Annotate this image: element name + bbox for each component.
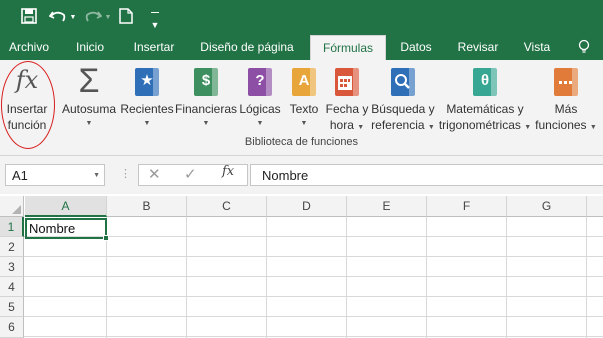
- column-header-f[interactable]: F: [427, 196, 507, 217]
- tab-inicio[interactable]: Inicio: [66, 34, 114, 60]
- row-header-4[interactable]: 4: [0, 277, 24, 297]
- chevron-down-icon: ▼: [143, 120, 151, 127]
- datetime-label-1: Fecha y: [325, 102, 369, 116]
- new-document-icon[interactable]: [118, 6, 134, 29]
- text-book-icon: A: [292, 68, 316, 96]
- recent-functions-button[interactable]: ★ Recientes ▼: [120, 64, 174, 134]
- annotation-circle: [1, 61, 55, 149]
- formula-input[interactable]: Nombre: [250, 164, 603, 186]
- datetime-label-2: hora ▼: [329, 118, 365, 132]
- row-gridline: [24, 336, 603, 337]
- name-box[interactable]: A1 ▼: [5, 164, 105, 186]
- tab-revisar[interactable]: Revisar: [450, 34, 506, 60]
- cancel-icon: ✕: [148, 166, 161, 183]
- row-header-2[interactable]: 2: [0, 237, 24, 257]
- column-gridline: [266, 217, 267, 338]
- recent-book-icon: ★: [135, 68, 159, 96]
- cell-a1-value: Nombre: [29, 221, 76, 236]
- financial-book-icon: $: [194, 68, 218, 96]
- enter-check-icon: ✓: [184, 166, 197, 183]
- ribbon-tabs: Archivo Inicio Insertar Diseño de página…: [0, 34, 603, 60]
- quick-access-toolbar: ▼ ▼ ▼: [0, 0, 603, 34]
- row-gridline: [24, 276, 603, 277]
- undo-icon[interactable]: [48, 6, 68, 29]
- more-functions-button[interactable]: Más funciones ▼: [533, 64, 599, 138]
- tell-me-lightbulb-icon[interactable]: [574, 34, 594, 60]
- logical-functions-button[interactable]: ? Lógicas ▼: [237, 64, 283, 134]
- column-header-b[interactable]: B: [107, 196, 187, 217]
- insert-function-fx-icon[interactable]: fx: [222, 164, 234, 179]
- math-book-icon: θ: [473, 68, 497, 96]
- more-functions-book-icon: [554, 68, 578, 96]
- autosum-button[interactable]: Σ Autosuma ▼: [59, 62, 119, 134]
- resize-handle-icon[interactable]: ⋮: [120, 167, 131, 180]
- column-header-d[interactable]: D: [267, 196, 347, 217]
- recent-label: Recientes: [120, 102, 174, 116]
- lookup-functions-button[interactable]: Búsqueda y referencia ▼: [370, 64, 436, 138]
- lookup-label-2: referencia ▼: [371, 118, 435, 132]
- chevron-down-icon: ▼: [85, 120, 93, 127]
- tab-archivo[interactable]: Archivo: [0, 34, 58, 60]
- row-gridline: [24, 316, 603, 317]
- tab-vista[interactable]: Vista: [514, 34, 560, 60]
- column-gridline: [426, 217, 427, 338]
- column-header-partial[interactable]: [587, 196, 603, 217]
- financial-functions-button[interactable]: $ Financieras ▼: [175, 64, 237, 134]
- chevron-down-icon: ▼: [202, 120, 210, 127]
- row-header-3[interactable]: 3: [0, 257, 24, 277]
- column-header-a[interactable]: A: [25, 196, 107, 217]
- select-all-button[interactable]: [0, 196, 24, 217]
- save-icon[interactable]: [20, 6, 38, 29]
- formula-value: Nombre: [262, 168, 309, 183]
- tab-insertar[interactable]: Insertar: [124, 34, 184, 60]
- function-library-group-label: Biblioteca de funciones: [244, 136, 359, 148]
- ribbon-formulas: fx Insertar función Σ Autosuma ▼ ★ Recie…: [0, 60, 603, 156]
- datetime-functions-button[interactable]: Fecha y hora ▼: [325, 64, 369, 138]
- financial-label: Financieras: [175, 102, 238, 116]
- tab-formulas[interactable]: Fórmulas: [310, 35, 386, 60]
- row-header-6[interactable]: 6: [0, 317, 24, 338]
- tab-diseno-de-pagina[interactable]: Diseño de página: [192, 34, 302, 60]
- column-header-e[interactable]: E: [347, 196, 427, 217]
- undo-dropdown-caret-icon[interactable]: ▼: [68, 8, 78, 28]
- column-gridline: [586, 217, 587, 338]
- logical-book-icon: ?: [248, 68, 272, 96]
- math-label-1: Matemáticas y: [446, 102, 524, 116]
- column-gridline: [346, 217, 347, 338]
- sigma-icon: Σ: [78, 62, 100, 100]
- column-header-c[interactable]: C: [187, 196, 267, 217]
- lookup-label-1: Búsqueda y: [371, 102, 435, 116]
- formula-bar: A1 ▼ ⋮ ✕ ✓ fx Nombre: [0, 156, 603, 194]
- chevron-down-icon[interactable]: ▼: [93, 172, 100, 179]
- text-functions-button[interactable]: A Texto ▼: [285, 64, 323, 134]
- row-header-1[interactable]: 1: [0, 217, 24, 237]
- row-gridline: [24, 236, 603, 237]
- column-gridline: [186, 217, 187, 338]
- redo-icon: [84, 6, 103, 29]
- text-label: Texto: [289, 102, 319, 116]
- redo-dropdown-caret-icon: ▼: [104, 14, 112, 21]
- row-gridline: [24, 296, 603, 297]
- tab-datos[interactable]: Datos: [390, 34, 442, 60]
- chevron-down-icon: ▼: [300, 120, 308, 127]
- lookup-book-icon: [391, 68, 415, 96]
- row-header-5[interactable]: 5: [0, 297, 24, 317]
- column-header-g[interactable]: G: [507, 196, 587, 217]
- math-label-2: trigonométricas ▼: [438, 118, 532, 132]
- name-box-value: A1: [12, 168, 28, 183]
- more-functions-label-2: funciones ▼: [535, 118, 597, 132]
- fill-handle[interactable]: [103, 235, 109, 241]
- math-trig-functions-button[interactable]: θ Matemáticas y trigonométricas ▼: [437, 64, 533, 138]
- logical-label: Lógicas: [239, 102, 281, 116]
- autosum-label: Autosuma: [61, 102, 117, 116]
- row-gridline: [24, 256, 603, 257]
- customize-toolbar-icon[interactable]: ▼: [148, 8, 162, 35]
- chevron-down-icon: ▼: [256, 120, 264, 127]
- more-functions-label-1: Más: [554, 102, 578, 116]
- column-gridline: [506, 217, 507, 338]
- calendar-book-icon: [335, 68, 359, 96]
